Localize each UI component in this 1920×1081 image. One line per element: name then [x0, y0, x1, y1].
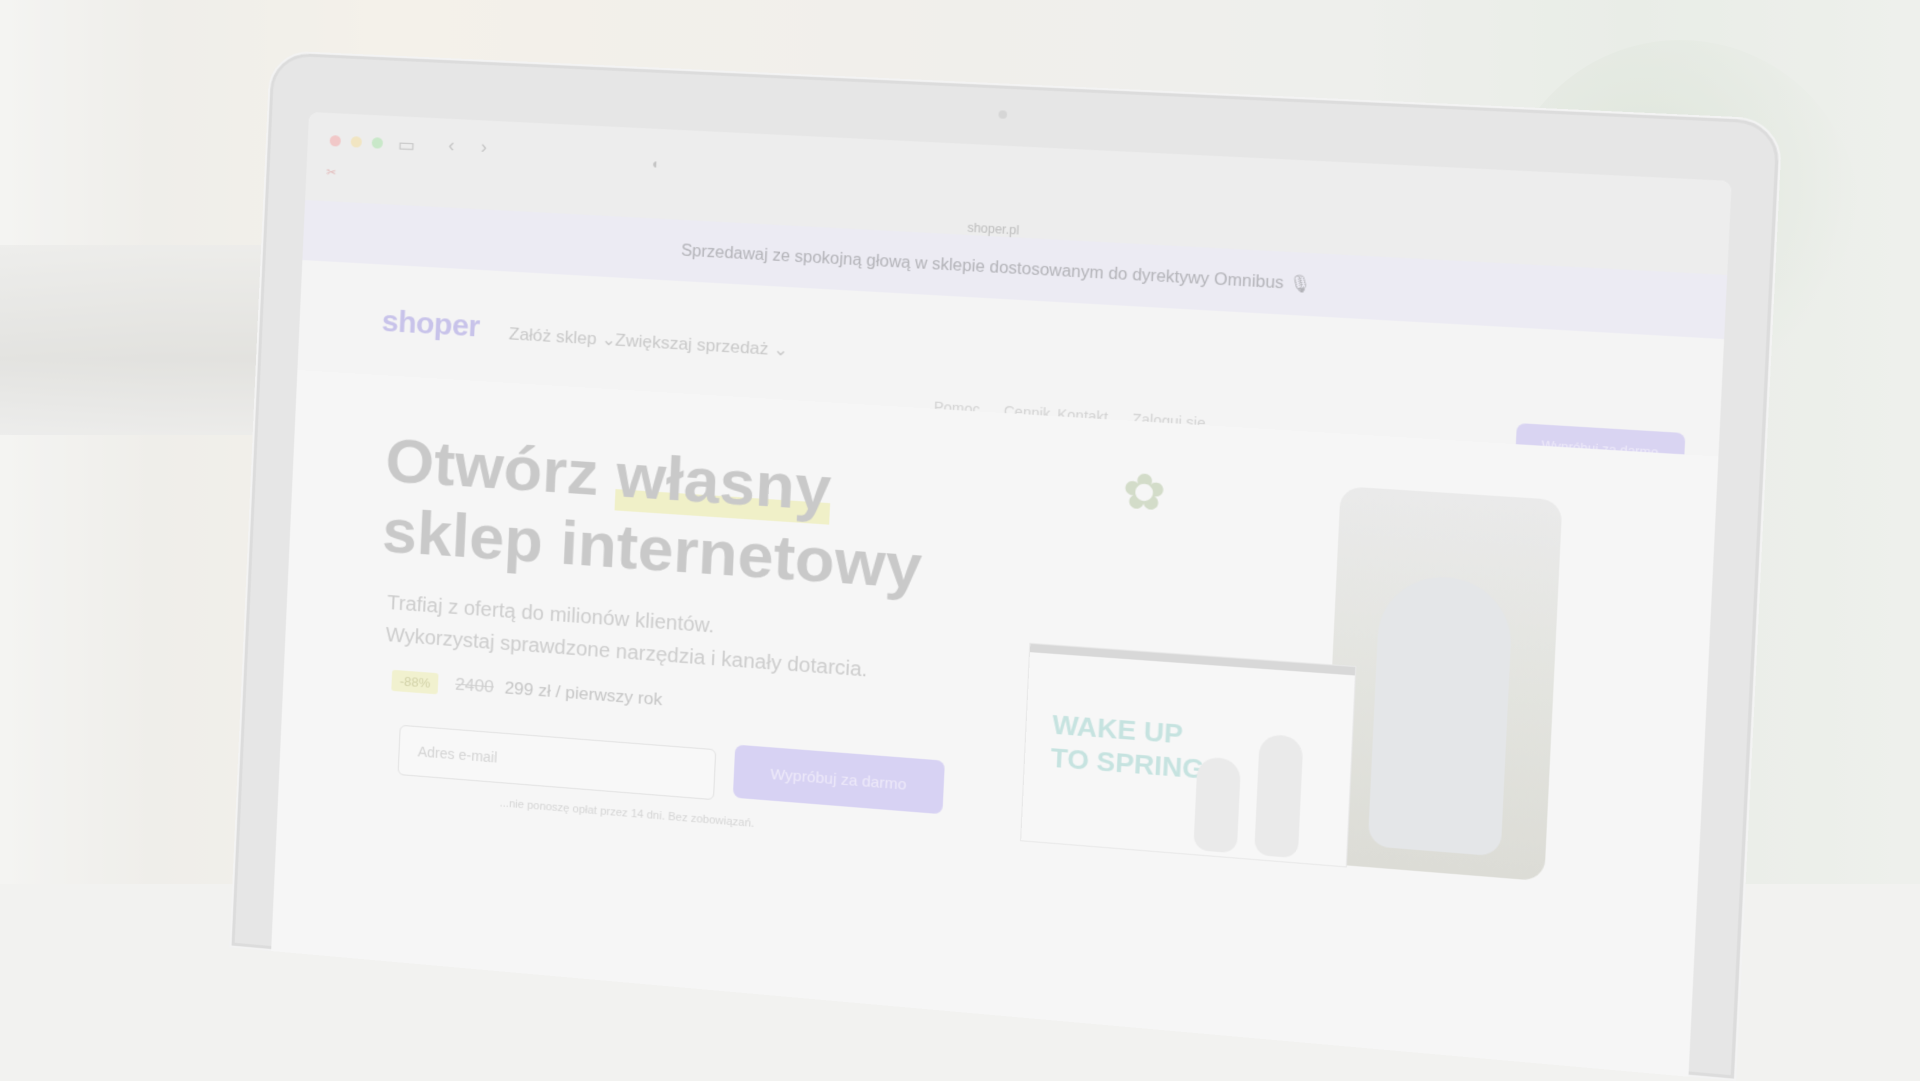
hero-title-highlight: własny — [614, 440, 833, 525]
minimize-dot-icon[interactable] — [350, 136, 363, 148]
laptop-screen: ▭ ‹ › ✂ ◐ shoper.pl Sprzedawaj ze spokoj… — [271, 111, 1732, 1077]
vase-image — [1193, 756, 1242, 854]
new-price: 299 zł / pierwszy rok — [504, 678, 663, 710]
price-info: -88% 2400 299 zł / pierwszy rok — [391, 669, 663, 712]
try-free-button[interactable]: Wypróbuj za darmo — [732, 744, 945, 815]
sidebar-toggle-icon[interactable]: ▭ — [397, 134, 415, 156]
vase-image — [1254, 733, 1304, 859]
discount-badge: -88% — [391, 669, 439, 695]
shop-preview-bar — [1029, 643, 1356, 676]
email-input[interactable]: Adres e-mail — [397, 724, 717, 801]
close-dot-icon[interactable] — [329, 135, 342, 147]
tab-favicon-icon[interactable]: ✂ — [326, 165, 337, 180]
hero-section: Otwórz własny sklep internetowy Trafiaj … — [271, 369, 1719, 1077]
menu-label: Zwiększaj sprzedaż — [614, 330, 769, 359]
old-price: 2400 — [454, 674, 495, 697]
privacy-shield-icon[interactable]: ◐ — [652, 155, 661, 172]
shop-preview-headline: WAKE UP TO SPRING — [1050, 708, 1207, 786]
menu-item-zaloz-sklep[interactable]: Załóż sklep ⌄ — [508, 324, 616, 351]
chevron-down-icon: ⌄ — [772, 339, 789, 360]
shop-preview-card: WAKE UP TO SPRING — [1020, 642, 1357, 868]
hero-illustration: ✿ WAKE UP TO SPRING — [1020, 457, 1563, 889]
laptop: ▭ ‹ › ✂ ◐ shoper.pl Sprzedawaj ze spokoj… — [229, 50, 1783, 1081]
maximize-dot-icon[interactable] — [371, 137, 384, 149]
plant-icon: ✿ — [1121, 464, 1168, 522]
fine-print: ...nie ponoszę opłat przez 14 dni. Bez z… — [499, 797, 755, 830]
window-controls — [329, 135, 384, 149]
person-figure — [1367, 572, 1514, 857]
menu-item-zwiekszaj-sprzedaz[interactable]: Zwiększaj sprzedaż ⌄ — [615, 330, 789, 361]
menu-label: Załóż sklep — [508, 324, 598, 349]
forward-icon[interactable]: › — [480, 136, 487, 157]
back-icon[interactable]: ‹ — [448, 135, 455, 156]
hero-title: Otwórz własny sklep internetowy — [381, 426, 1008, 610]
shoper-logo[interactable]: shoper — [381, 305, 480, 345]
hero-title-start: Otwórz — [384, 425, 601, 510]
